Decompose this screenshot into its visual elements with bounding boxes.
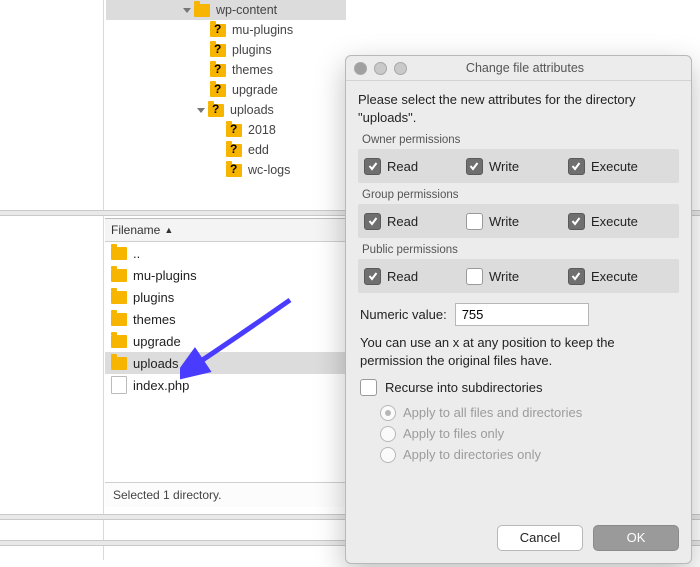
execute-checkbox[interactable] xyxy=(568,268,585,285)
permission-note: You can use an x at any position to keep… xyxy=(360,334,677,369)
write-checkbox[interactable] xyxy=(466,268,483,285)
folder-icon xyxy=(226,164,242,177)
sort-asc-icon: ▲ xyxy=(164,225,173,235)
list-item-label: uploads xyxy=(133,356,179,371)
minimize-icon xyxy=(374,62,387,75)
execute-checkbox[interactable] xyxy=(568,158,585,175)
execute-checkbox[interactable] xyxy=(568,213,585,230)
folder-icon xyxy=(111,247,127,260)
list-item-label: .. xyxy=(133,246,140,261)
list-item-label: upgrade xyxy=(133,334,181,349)
execute-label: Execute xyxy=(591,159,638,174)
dialog-instruction: Please select the new attributes for the… xyxy=(358,91,679,126)
read-checkbox[interactable] xyxy=(364,268,381,285)
write-label: Write xyxy=(489,269,519,284)
read-label: Read xyxy=(387,269,418,284)
tree-item[interactable]: upgrade xyxy=(106,80,346,100)
list-item-label: plugins xyxy=(133,290,174,305)
folder-icon xyxy=(111,269,127,282)
permission-group-title: Group permissions xyxy=(358,187,679,204)
tree-item-wp-content[interactable]: wp-content xyxy=(106,0,346,20)
dialog-title: Change file attributes xyxy=(407,61,683,75)
tree-item[interactable]: themes xyxy=(106,60,346,80)
statusbar: Selected 1 directory. xyxy=(105,482,345,507)
list-item[interactable]: themes xyxy=(105,308,345,330)
read-label: Read xyxy=(387,214,418,229)
recurse-radio-option: Apply to files only xyxy=(380,423,679,444)
tree-item[interactable]: wc-logs xyxy=(106,160,346,180)
list-item-label: mu-plugins xyxy=(133,268,197,283)
file-list[interactable]: Filename ▲ .. mu-plugins plugins themes upgr… xyxy=(105,218,345,509)
folder-icon xyxy=(194,4,210,17)
list-item[interactable]: .. xyxy=(105,242,345,264)
cancel-button[interactable]: Cancel xyxy=(497,525,583,551)
list-item-label: index.php xyxy=(133,378,189,393)
radio-label: Apply to files only xyxy=(403,426,504,441)
write-checkbox[interactable] xyxy=(466,158,483,175)
tree-item[interactable]: mu-plugins xyxy=(106,20,346,40)
execute-label: Execute xyxy=(591,214,638,229)
list-item[interactable]: uploads xyxy=(105,352,345,374)
remote-tree[interactable]: wp-content mu-plugins plugins themes upg… xyxy=(106,0,346,210)
folder-icon xyxy=(226,144,242,157)
change-attributes-dialog: Change file attributes Please select the… xyxy=(345,55,692,564)
list-item[interactable]: mu-plugins xyxy=(105,264,345,286)
folder-icon xyxy=(111,291,127,304)
read-checkbox[interactable] xyxy=(364,158,381,175)
folder-icon xyxy=(208,104,224,117)
folder-icon xyxy=(210,84,226,97)
folder-icon xyxy=(210,24,226,37)
folder-icon xyxy=(111,357,127,370)
tree-item[interactable]: plugins xyxy=(106,40,346,60)
execute-label: Execute xyxy=(591,269,638,284)
radio-icon xyxy=(380,405,396,421)
radio-icon xyxy=(380,447,396,463)
read-label: Read xyxy=(387,159,418,174)
radio-label: Apply to all files and directories xyxy=(403,405,582,420)
close-icon[interactable] xyxy=(354,62,367,75)
numeric-value-input[interactable] xyxy=(455,303,589,326)
dialog-titlebar[interactable]: Change file attributes xyxy=(346,56,691,81)
permission-group-title: Public permissions xyxy=(358,242,679,259)
permission-group-title: Owner permissions xyxy=(358,132,679,149)
radio-label: Apply to directories only xyxy=(403,447,541,462)
folder-icon xyxy=(111,313,127,326)
file-icon xyxy=(111,376,127,394)
folder-icon xyxy=(210,44,226,57)
column-header-filename[interactable]: Filename ▲ xyxy=(105,219,345,242)
list-item[interactable]: upgrade xyxy=(105,330,345,352)
numeric-value-label: Numeric value: xyxy=(360,307,447,322)
recurse-radio-option: Apply to all files and directories xyxy=(380,402,679,423)
recurse-checkbox[interactable] xyxy=(360,379,377,396)
tree-item[interactable]: edd xyxy=(106,140,346,160)
tree-item[interactable]: 2018 xyxy=(106,120,346,140)
recurse-label: Recurse into subdirectories xyxy=(385,380,543,395)
zoom-icon xyxy=(394,62,407,75)
chevron-down-icon[interactable] xyxy=(182,5,192,15)
read-checkbox[interactable] xyxy=(364,213,381,230)
write-checkbox[interactable] xyxy=(466,213,483,230)
ok-button[interactable]: OK xyxy=(593,525,679,551)
write-label: Write xyxy=(489,214,519,229)
folder-icon xyxy=(210,64,226,77)
recurse-radio-option: Apply to directories only xyxy=(380,444,679,465)
write-label: Write xyxy=(489,159,519,174)
tree-label: wp-content xyxy=(216,3,277,17)
tree-item-uploads[interactable]: uploads xyxy=(106,100,346,120)
list-item[interactable]: plugins xyxy=(105,286,345,308)
folder-icon xyxy=(226,124,242,137)
folder-icon xyxy=(111,335,127,348)
list-item[interactable]: index.php xyxy=(105,374,345,396)
radio-icon xyxy=(380,426,396,442)
list-item-label: themes xyxy=(133,312,176,327)
chevron-down-icon[interactable] xyxy=(196,105,206,115)
